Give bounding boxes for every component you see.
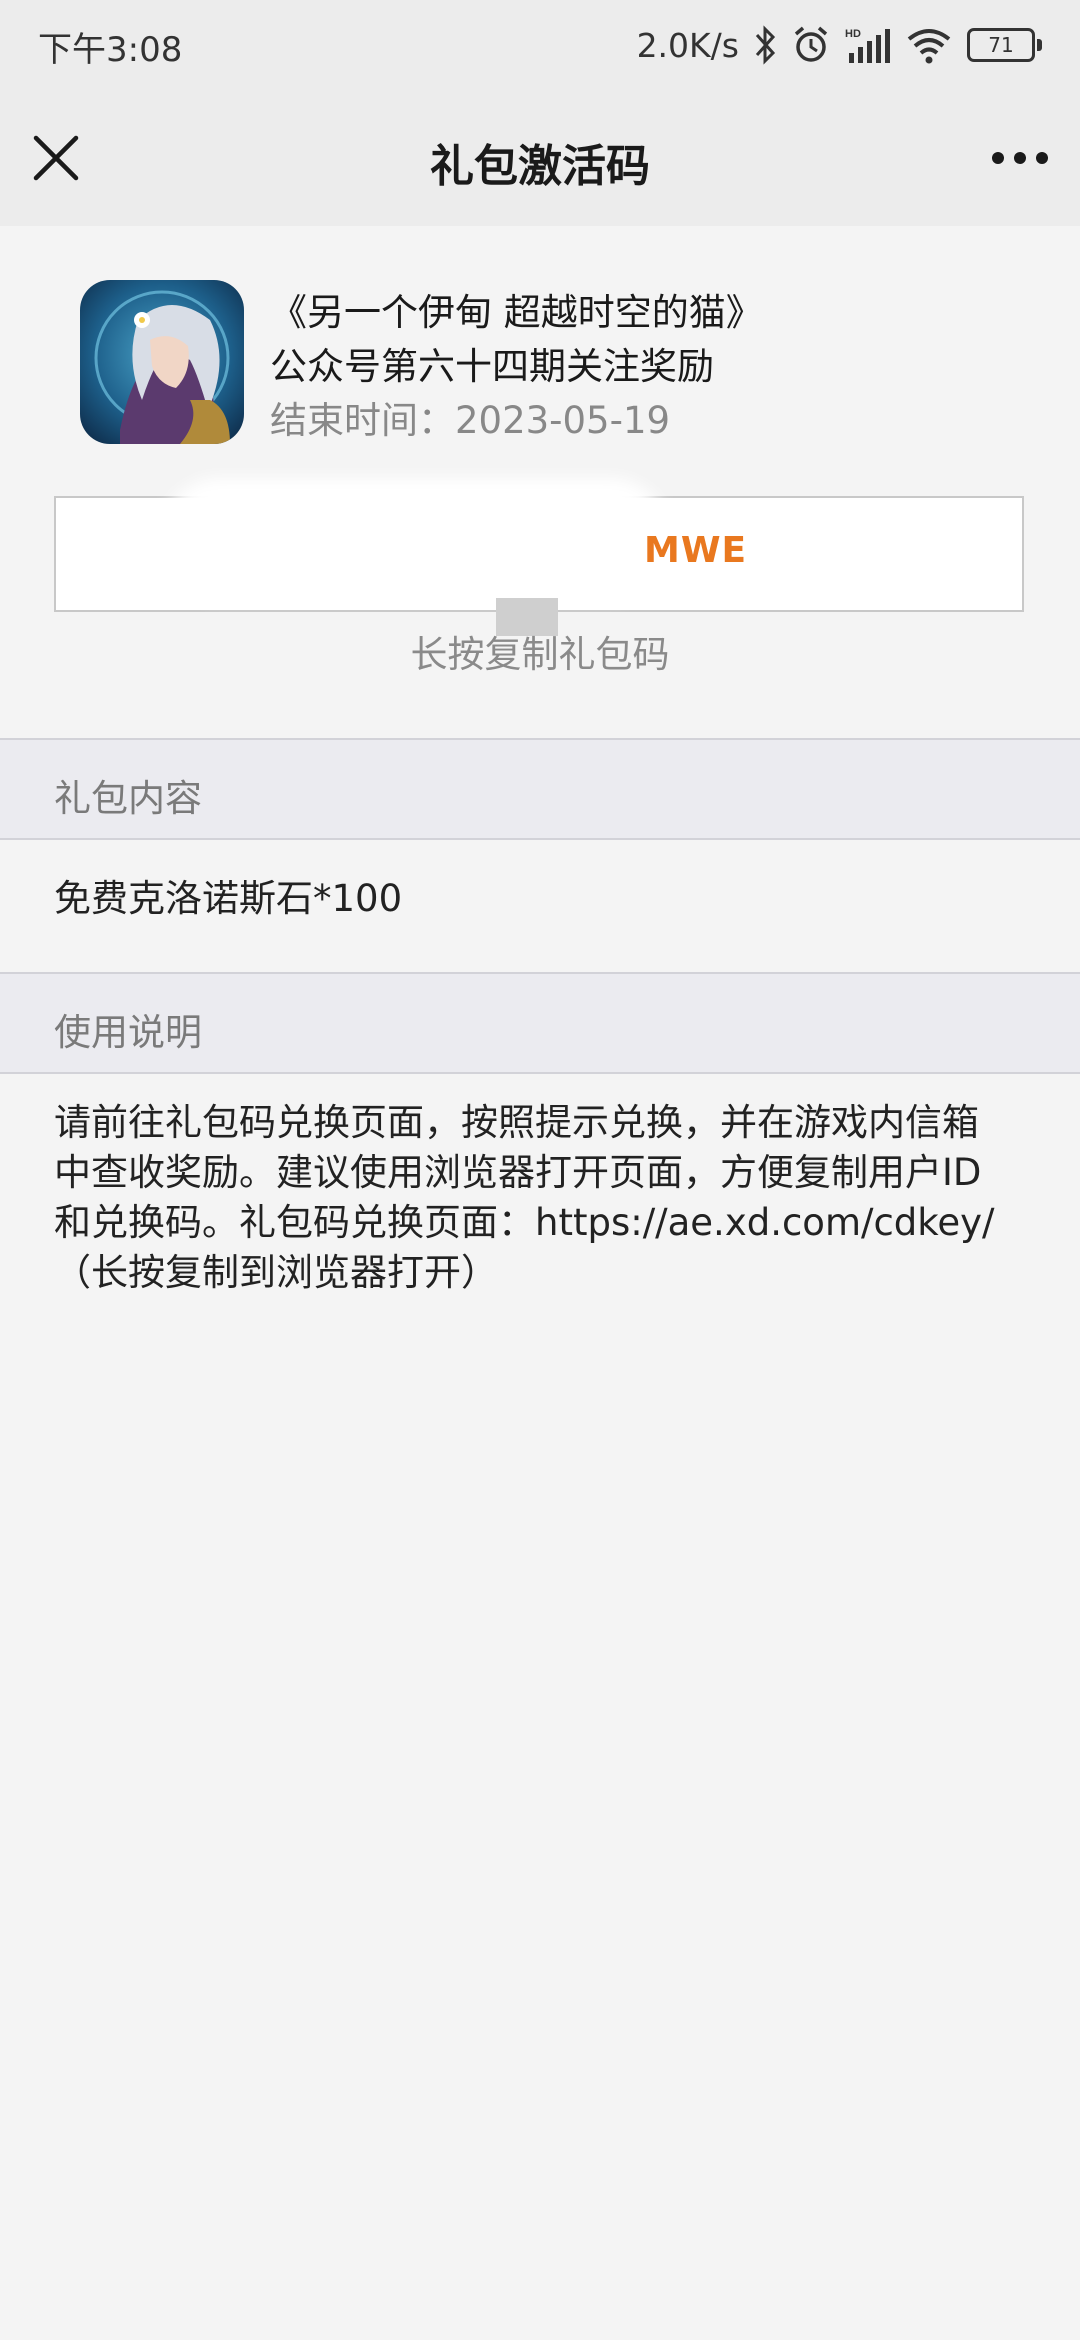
usage-instructions[interactable]: 请前往礼包码兑换页面，按照提示兑换，并在游戏内信箱 中查收奖励。建议使用浏览器打… <box>54 1098 1034 1298</box>
section-header-content: 礼包内容 <box>0 738 1080 840</box>
section-header-label: 使用说明 <box>54 1011 202 1054</box>
bluetooth-icon <box>755 25 776 65</box>
gift-content-text: 免费克洛诺斯石*100 <box>54 877 403 920</box>
page-title: 礼包激活码 <box>430 141 650 192</box>
signal-icon: HD <box>845 28 890 63</box>
game-title: 《另一个伊甸 超越时空的猫》 <box>270 291 763 334</box>
game-app-icon <box>80 280 244 444</box>
code-redaction <box>160 478 670 598</box>
battery-icon: 71 <box>967 28 1042 62</box>
gift-code[interactable]: MWE <box>644 530 747 571</box>
more-icon[interactable] <box>988 138 1052 178</box>
wifi-icon <box>907 29 951 64</box>
svg-text:HD: HD <box>845 28 861 40</box>
end-time: 结束时间：2023-05-19 <box>270 399 671 442</box>
nav-bar: 礼包激活码 <box>0 92 1080 226</box>
alarm-icon <box>794 26 828 62</box>
section-header-label: 礼包内容 <box>54 777 202 820</box>
copy-hint: 长按复制礼包码 <box>410 633 670 676</box>
battery-level: 71 <box>967 28 1035 62</box>
status-time: 下午3:08 <box>38 30 183 70</box>
status-bar: 下午3:08 2.0K/s HD 71 <box>0 0 1080 92</box>
status-icons: 2.0K/s HD 71 <box>637 20 1042 70</box>
gift-title: 公众号第六十四期关注奖励 <box>270 345 714 388</box>
section-header-usage: 使用说明 <box>0 972 1080 1074</box>
net-speed: 2.0K/s <box>636 25 739 65</box>
